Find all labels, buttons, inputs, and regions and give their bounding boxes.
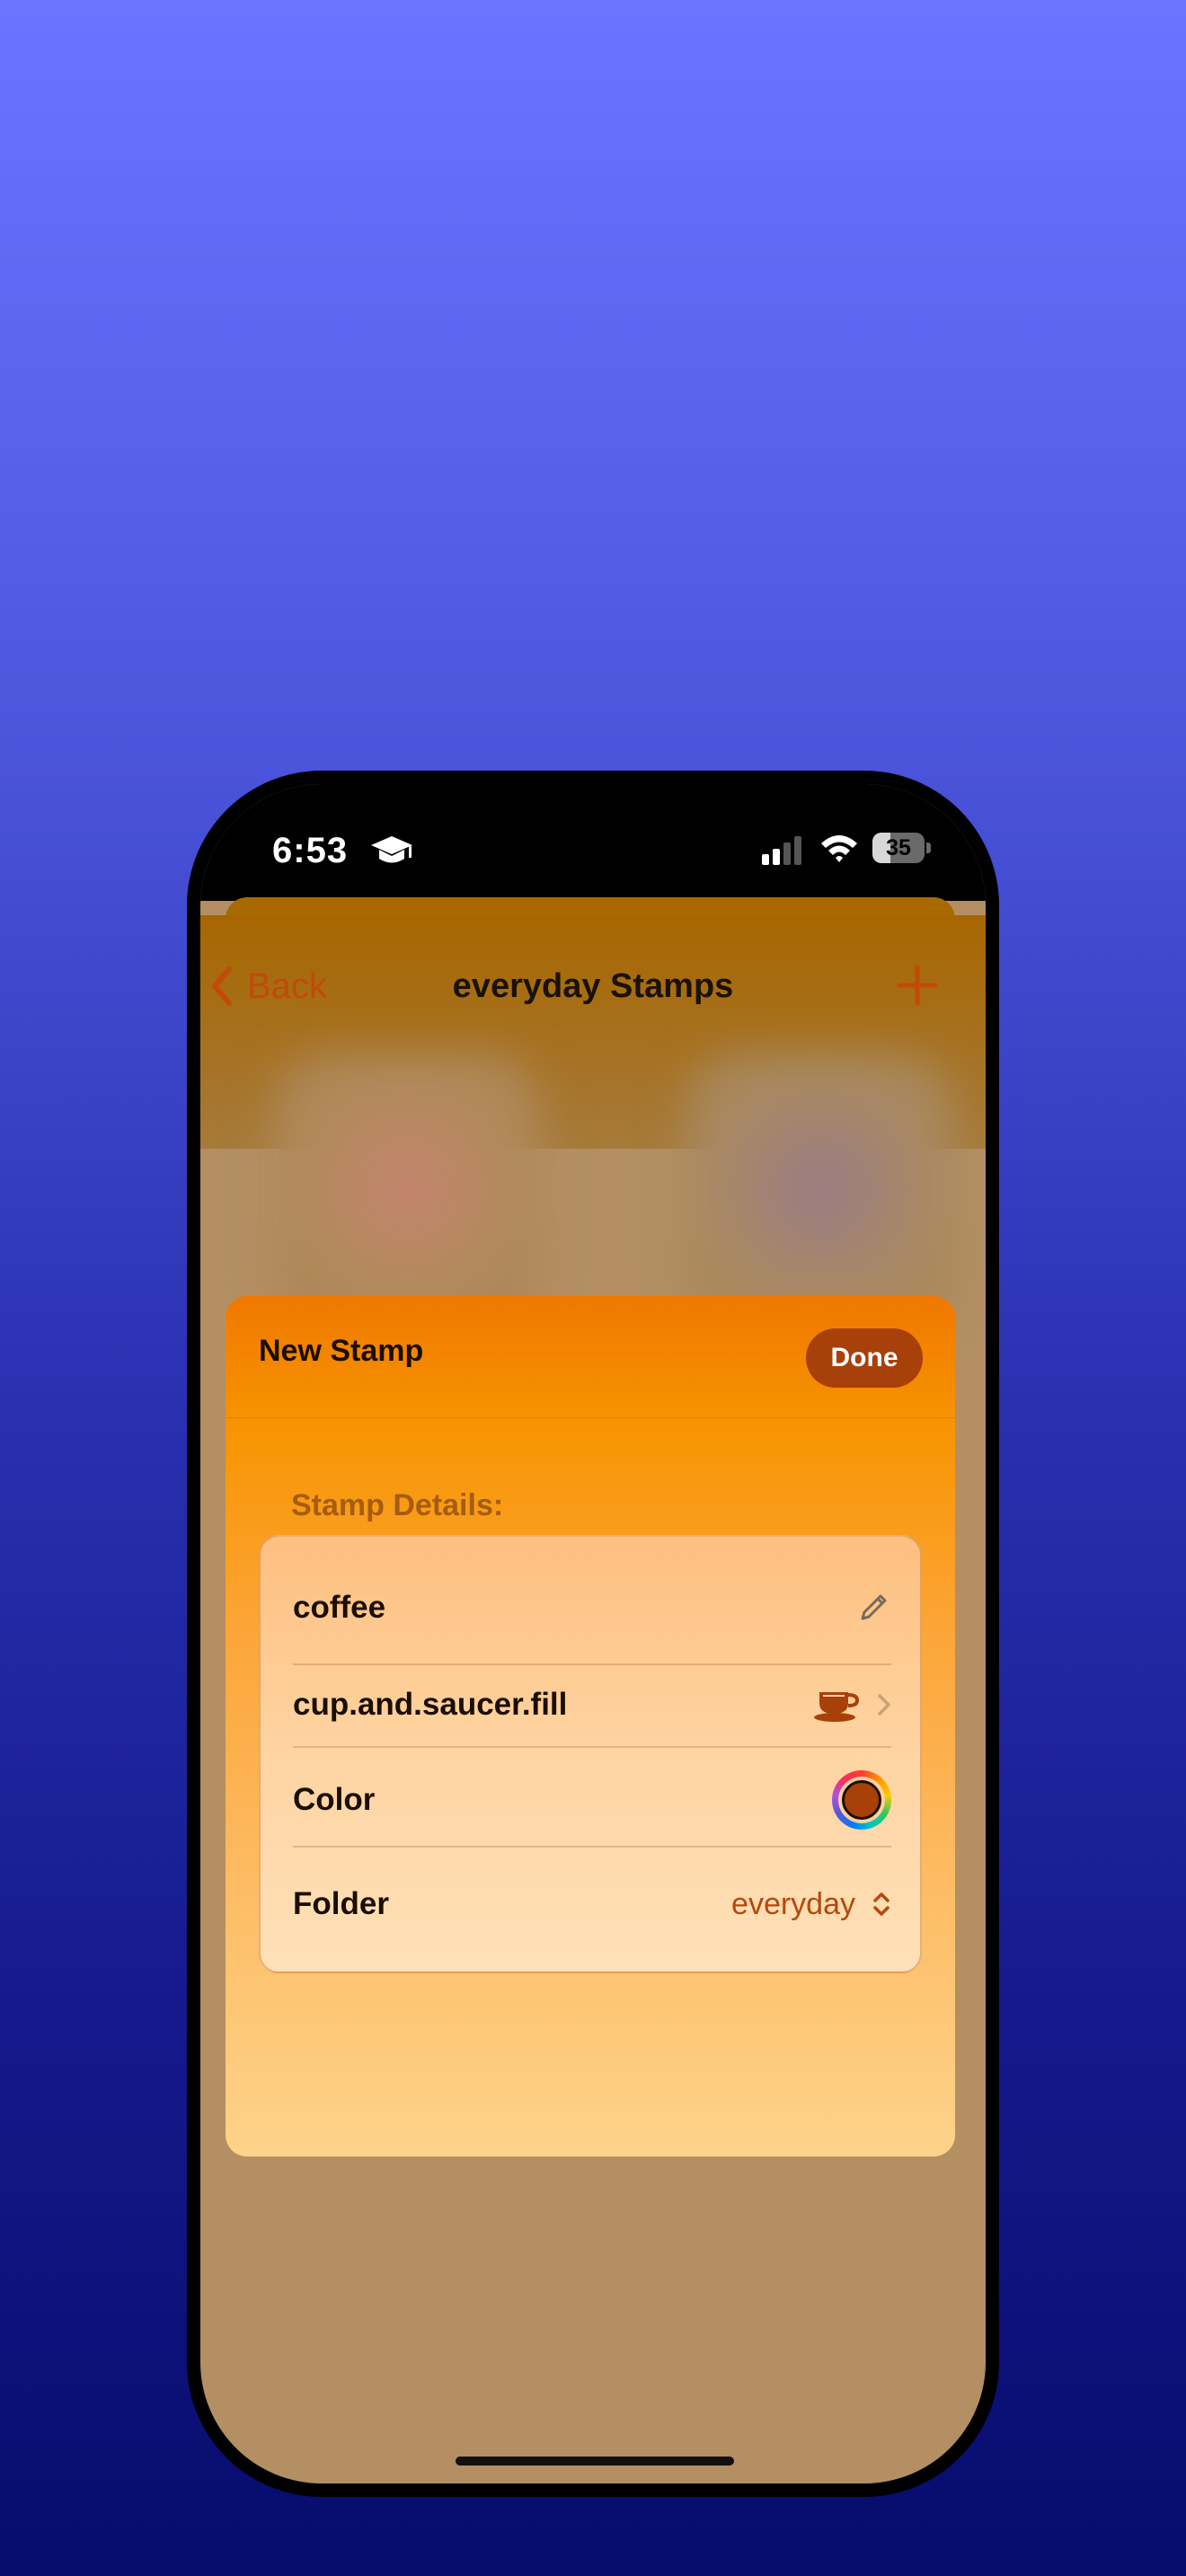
- new-stamp-sheet: New Stamp Done Stamp Details: coffee cup…: [226, 1296, 955, 2157]
- symbol-row[interactable]: cup.and.saucer.fill: [293, 1673, 891, 1736]
- row-divider: [293, 1846, 891, 1848]
- row-divider: [293, 1746, 891, 1748]
- stamp-tile-blurred: [272, 1054, 542, 1323]
- cellular-signal-icon: [762, 836, 801, 865]
- home-indicator[interactable]: [456, 2457, 734, 2466]
- folder-picker[interactable]: everyday: [731, 1887, 891, 1922]
- row-divider: [293, 1663, 891, 1665]
- status-time: 6:53: [272, 831, 349, 870]
- done-button[interactable]: Done: [806, 1328, 923, 1388]
- cup-and-saucer-icon: [814, 1692, 860, 1722]
- battery-icon: 35: [872, 833, 932, 863]
- color-label: Color: [293, 1782, 376, 1817]
- chevron-right-icon: [878, 1694, 890, 1716]
- up-down-chevron-icon: [873, 1892, 890, 1916]
- sheet-title: New Stamp: [259, 1334, 424, 1368]
- phone-screen: 6:53 35 Back everyday Stamps New Stamp D…: [200, 784, 986, 2483]
- folder-row: Folder everyday: [293, 1873, 891, 1936]
- wifi-icon: [821, 835, 857, 862]
- stamp-name-row[interactable]: coffee: [293, 1576, 891, 1639]
- battery-level: 35: [886, 835, 911, 860]
- symbol-name-value: cup.and.saucer.fill: [293, 1687, 568, 1722]
- symbol-trailing: [812, 1687, 891, 1723]
- color-picker-well[interactable]: [832, 1770, 891, 1830]
- page-title: everyday Stamps: [452, 967, 734, 1005]
- plus-icon[interactable]: [894, 962, 941, 1009]
- color-row: Color: [293, 1769, 891, 1831]
- folder-label: Folder: [293, 1886, 389, 1921]
- battery-nub: [926, 842, 931, 853]
- selected-color-swatch: [842, 1780, 881, 1820]
- stamp-name-value[interactable]: coffee: [293, 1590, 385, 1626]
- stamp-tile-blurred: [686, 1054, 955, 1323]
- graduation-cap-icon: [371, 836, 412, 863]
- stamp-details-form: coffee cup.and.saucer.fill Color Folder …: [259, 1535, 922, 1973]
- pencil-icon[interactable]: [855, 1590, 891, 1626]
- phone-frame: 6:53 35 Back everyday Stamps New Stamp D…: [187, 771, 999, 2497]
- status-bar: 6:53 35: [200, 784, 986, 901]
- sheet-header: New Stamp Done: [226, 1296, 955, 1418]
- section-header: Stamp Details:: [291, 1488, 504, 1522]
- folder-value: everyday: [731, 1886, 855, 1921]
